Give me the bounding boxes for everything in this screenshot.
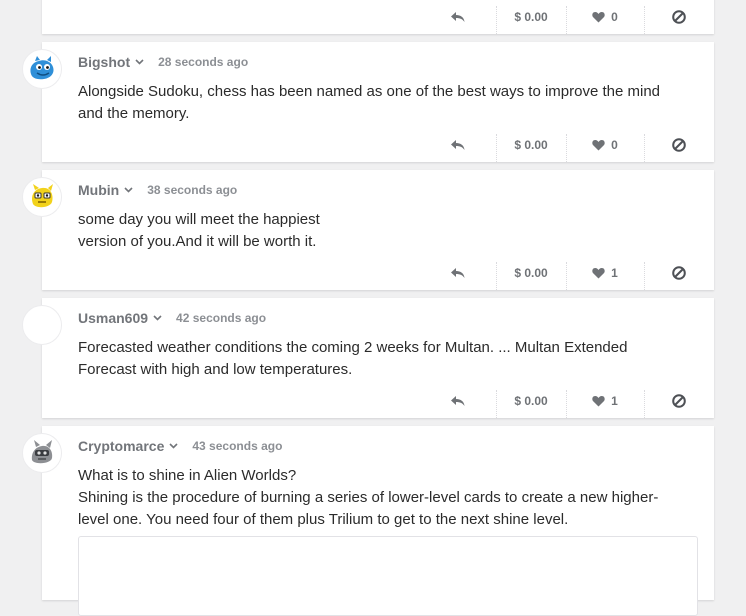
chevron-down-icon[interactable] <box>135 59 144 65</box>
comment-card: Usman609 42 seconds ago Forecasted weath… <box>42 298 714 418</box>
comment-timestamp: 38 seconds ago <box>147 183 238 197</box>
flag-button[interactable] <box>644 256 714 290</box>
chevron-down-icon[interactable] <box>153 315 162 321</box>
avatar[interactable] <box>22 433 62 473</box>
comment-card: Cryptomarce 43 seconds ago What is to sh… <box>42 426 714 616</box>
comment-actions: $ 0.00 1 <box>42 384 714 418</box>
comment-timestamp: 42 seconds ago <box>176 311 267 325</box>
heart-icon <box>592 140 605 151</box>
username-link[interactable]: Cryptomarce <box>78 438 164 454</box>
comment-line: Forecast with high and low temperatures. <box>78 361 353 378</box>
comment-header: Usman609 42 seconds ago <box>78 308 266 328</box>
embedded-content-box[interactable] <box>78 536 698 616</box>
username-link[interactable]: Usman609 <box>78 310 148 326</box>
like-count: 1 <box>611 394 618 408</box>
comment-line: What is to shine in Alien Worlds? <box>78 467 297 484</box>
block-icon <box>672 10 686 24</box>
comment-text: Forecasted weather conditions the coming… <box>78 337 678 381</box>
comment-timestamp: 43 seconds ago <box>192 439 283 453</box>
heart-icon <box>592 268 605 279</box>
chevron-down-icon[interactable] <box>124 187 133 193</box>
like-count: 0 <box>611 138 618 152</box>
comment-card: $ 0.00 0 <box>42 0 714 34</box>
comment-text: some day you will meet the happiest vers… <box>78 209 678 253</box>
comment-actions: $ 0.00 1 <box>42 256 714 290</box>
reply-arrow-icon <box>451 140 465 150</box>
grey-robot-avatar-icon <box>31 440 53 464</box>
blue-creature-avatar-icon <box>30 56 54 80</box>
yellow-creature-avatar-icon <box>32 184 53 208</box>
avatar[interactable] <box>22 305 62 345</box>
block-icon <box>672 138 686 152</box>
block-icon <box>672 394 686 408</box>
comment-timestamp: 28 seconds ago <box>158 55 249 69</box>
comment-card: Bigshot 28 seconds ago Alongside Sudoku,… <box>42 42 714 162</box>
comment-feed: $ 0.00 0 Bigshot 28 seconds ago Alongsid… <box>0 0 746 616</box>
comment-header: Bigshot 28 seconds ago <box>78 52 248 72</box>
avatar[interactable] <box>22 177 62 217</box>
flag-button[interactable] <box>644 0 714 34</box>
reply-arrow-icon <box>451 396 465 406</box>
like-button[interactable]: 0 <box>566 0 644 34</box>
chevron-down-icon[interactable] <box>169 443 178 449</box>
comment-text: What is to shine in Alien Worlds? Shinin… <box>78 465 678 531</box>
comment-line: version of you.And it will be worth it. <box>78 233 317 250</box>
comment-card: Mubin 38 seconds ago some day you will m… <box>42 170 714 290</box>
comment-line: Alongside Sudoku, chess has been named a… <box>78 83 661 100</box>
flag-button[interactable] <box>644 384 714 418</box>
comment-line: Forecasted weather conditions the coming… <box>78 339 628 356</box>
comment-header: Cryptomarce 43 seconds ago <box>78 436 282 456</box>
payout-amount: $ 0.00 <box>514 10 548 24</box>
heart-icon <box>592 12 605 23</box>
heart-icon <box>592 396 605 407</box>
reply-arrow-icon <box>451 12 465 22</box>
payout-amount: $ 0.00 <box>514 394 548 408</box>
comment-text: Alongside Sudoku, chess has been named a… <box>78 81 678 125</box>
reply-button[interactable] <box>438 256 478 290</box>
like-button[interactable]: 1 <box>566 256 644 290</box>
reply-button[interactable] <box>438 0 478 34</box>
like-count: 0 <box>611 10 618 24</box>
payout-amount: $ 0.00 <box>514 138 548 152</box>
comment-line: level one. You need four of them plus Tr… <box>78 511 569 528</box>
reply-button[interactable] <box>438 384 478 418</box>
reply-button[interactable] <box>438 128 478 162</box>
username-link[interactable]: Bigshot <box>78 54 130 70</box>
like-button[interactable]: 0 <box>566 128 644 162</box>
like-count: 1 <box>611 266 618 280</box>
comment-actions: $ 0.00 0 <box>42 128 714 162</box>
comment-actions: $ 0.00 0 <box>42 0 714 34</box>
block-icon <box>672 266 686 280</box>
reply-arrow-icon <box>451 268 465 278</box>
flag-button[interactable] <box>644 128 714 162</box>
comment-line: Shining is the procedure of burning a se… <box>78 489 659 506</box>
comment-header: Mubin 38 seconds ago <box>78 180 237 200</box>
avatar[interactable] <box>22 49 62 89</box>
username-link[interactable]: Mubin <box>78 182 119 198</box>
like-button[interactable]: 1 <box>566 384 644 418</box>
comment-line: and the memory. <box>78 105 190 122</box>
payout-amount: $ 0.00 <box>514 266 548 280</box>
comment-line: some day you will meet the happiest <box>78 211 320 228</box>
